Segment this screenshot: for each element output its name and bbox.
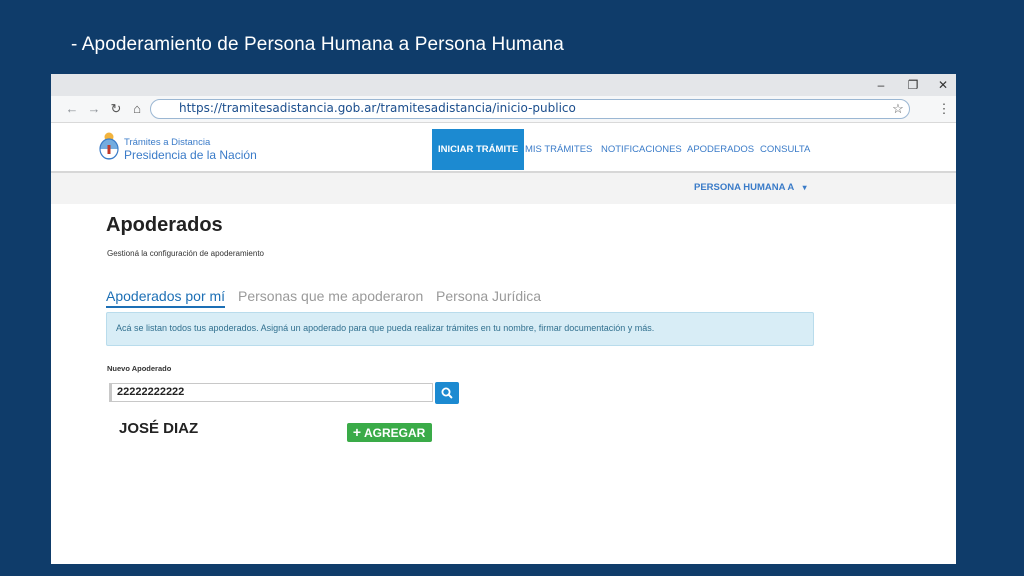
nav-iniciar-tramite[interactable]: INICIAR TRÁMITE xyxy=(432,129,525,170)
search-button[interactable] xyxy=(435,382,459,404)
nuevo-apoderado-label: Nuevo Apoderado xyxy=(107,364,172,373)
user-name: PERSONA HUMANA A xyxy=(694,182,794,193)
page-title: Apoderados xyxy=(106,214,223,236)
nav-notificaciones[interactable]: NOTIFICACIONES xyxy=(601,129,682,170)
back-icon[interactable]: ← xyxy=(63,99,81,119)
nav-apoderados[interactable]: APODERADOS xyxy=(687,129,754,170)
forward-icon[interactable]: → xyxy=(85,99,103,119)
reload-icon[interactable]: ↻ xyxy=(107,99,125,119)
site-header: Trámites a Distancia Presidencia de la N… xyxy=(51,123,956,173)
nuevo-apoderado-input[interactable] xyxy=(109,383,433,402)
plus-icon: + xyxy=(352,424,362,440)
star-icon[interactable]: ☆ xyxy=(890,99,906,119)
menu-icon[interactable]: ⋮ xyxy=(937,99,951,119)
info-alert: Acá se listan todos tus apoderados. Asig… xyxy=(106,312,814,346)
page-subtitle: Gestioná la configuración de apoderamien… xyxy=(107,249,264,258)
tab-personas-que-me-apoderaron[interactable]: Personas que me apoderaron xyxy=(238,288,423,306)
result-name: JOSÉ DIAZ xyxy=(119,420,199,437)
restore-button[interactable]: ❐ xyxy=(898,76,928,94)
coat-of-arms-logo[interactable] xyxy=(98,131,120,161)
minimize-button[interactable]: ‒ xyxy=(866,76,896,94)
user-menu[interactable]: PERSONA HUMANA A ▾ xyxy=(694,182,807,193)
nav-consulta[interactable]: CONSULTA xyxy=(760,129,810,170)
user-bar: PERSONA HUMANA A ▾ xyxy=(51,173,956,204)
tab-apoderados-por-mi[interactable]: Apoderados por mí xyxy=(106,288,226,308)
info-text: Acá se listan todos tus apoderados. Asig… xyxy=(116,323,655,333)
add-button[interactable]: + AGREGAR xyxy=(347,423,432,442)
home-icon[interactable]: ⌂ xyxy=(128,99,146,119)
browser-window: ‒ ❐ ✕ ← → ↻ ⌂ https://tramitesadistancia… xyxy=(51,74,956,564)
nav-mis-tramites[interactable]: MIS TRÁMITES xyxy=(525,129,592,170)
search-icon xyxy=(441,387,453,399)
slide-title: - Apoderamiento de Persona Humana a Pers… xyxy=(71,34,564,55)
brand-big[interactable]: Presidencia de la Nación xyxy=(124,148,257,162)
url-field[interactable]: https://tramitesadistancia.gob.ar/tramit… xyxy=(150,99,910,119)
close-button[interactable]: ✕ xyxy=(928,76,956,94)
address-bar: ← → ↻ ⌂ https://tramitesadistancia.gob.a… xyxy=(51,96,956,123)
brand-small[interactable]: Trámites a Distancia xyxy=(124,137,210,148)
url-text: https://tramitesadistancia.gob.ar/tramit… xyxy=(179,101,576,115)
caret-down-icon: ▾ xyxy=(802,183,807,192)
add-button-label: AGREGAR xyxy=(364,426,426,440)
window-titlebar: ‒ ❐ ✕ xyxy=(51,74,956,96)
tab-persona-juridica[interactable]: Persona Jurídica xyxy=(436,288,541,306)
